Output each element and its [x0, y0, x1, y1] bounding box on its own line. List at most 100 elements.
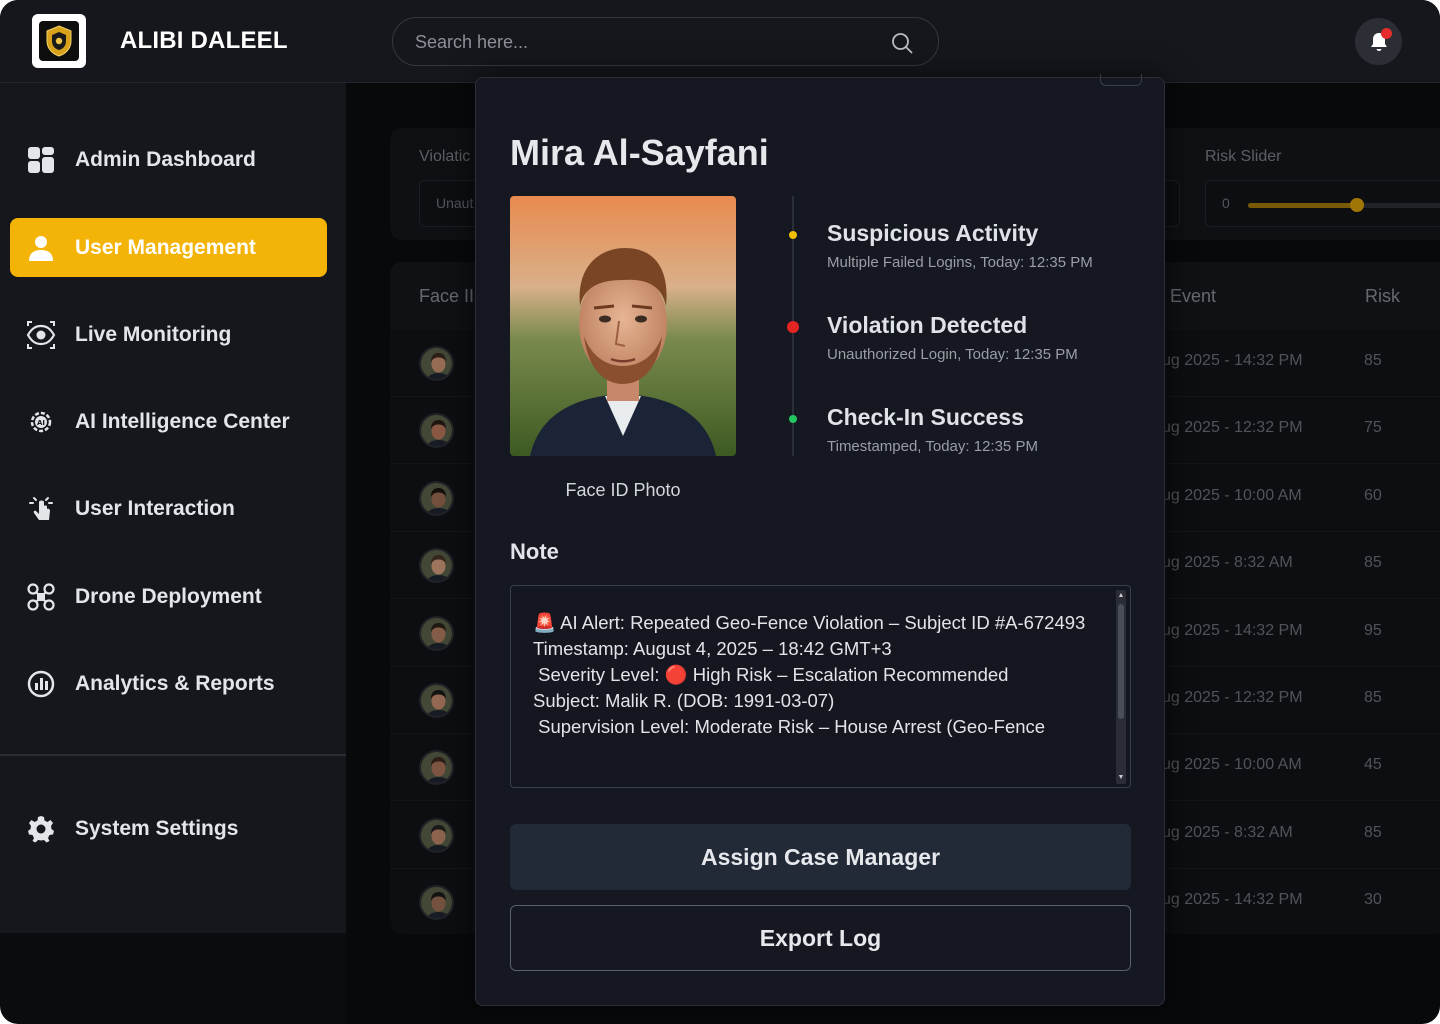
sidebar-item-label: Analytics & Reports	[75, 671, 275, 695]
risk-slider[interactable]: 0	[1205, 180, 1440, 227]
sidebar: Admin Dashboard User Management Live Mon…	[0, 83, 346, 933]
note-label: Note	[510, 539, 559, 564]
user-icon	[29, 236, 53, 261]
event-cell: ug 2025 - 10:00 AM	[1162, 486, 1302, 504]
notification-button[interactable]	[1355, 18, 1402, 65]
face-id-photo	[510, 196, 736, 456]
avatar	[419, 346, 454, 381]
slider-knob[interactable]	[1350, 198, 1364, 212]
sidebar-item-analytics[interactable]: Analytics & Reports	[10, 654, 327, 713]
avatar	[419, 683, 454, 718]
timeline-title-violation: Violation Detected	[827, 312, 1028, 338]
sidebar-divider	[0, 754, 346, 756]
scroll-up-icon[interactable]: ▲	[1117, 592, 1125, 600]
risk-cell: 85	[1364, 823, 1382, 841]
sidebar-item-label: System Settings	[75, 816, 239, 840]
column-risk[interactable]: Risk	[1365, 286, 1400, 307]
avatar	[419, 615, 454, 651]
sidebar-item-admin-dashboard[interactable]: Admin Dashboard	[10, 130, 327, 189]
avatar	[419, 548, 454, 584]
dashboard-icon	[28, 147, 54, 173]
timeline-dot-suspicious	[789, 231, 797, 239]
sidebar-item-system-settings[interactable]: System Settings	[10, 799, 327, 858]
modal-title: Mira Al-Sayfani	[510, 132, 769, 173]
avatar	[419, 480, 454, 516]
timeline-subtitle-violation: Unauthorized Login, Today: 12:35 PM	[827, 346, 1078, 363]
event-cell: ug 2025 - 14:32 PM	[1162, 352, 1303, 369]
slider-track-fill	[1248, 203, 1356, 208]
app-window: ALIBI DALEEL Admin Dashboard	[0, 0, 1440, 1024]
portrait-image	[510, 196, 736, 456]
eye-icon	[26, 321, 56, 349]
avatar	[419, 885, 454, 921]
risk-cell: 85	[1364, 352, 1382, 369]
notification-dot	[1381, 28, 1392, 39]
risk-cell: 75	[1364, 419, 1382, 437]
app-logo[interactable]	[32, 14, 86, 68]
sidebar-item-label: Live Monitoring	[75, 322, 232, 346]
violation-filter-value: Unaut	[436, 195, 474, 211]
slider-track-rest	[1356, 203, 1440, 208]
column-event[interactable]: Event	[1170, 286, 1216, 307]
sidebar-item-drone-deployment[interactable]: Drone Deployment	[10, 567, 327, 626]
timeline-dot-checkin	[789, 415, 797, 423]
sidebar-item-user-interaction[interactable]: User Interaction	[10, 479, 327, 538]
sidebar-item-label: Admin Dashboard	[75, 147, 256, 171]
event-cell: ug 2025 - 8:32 AM	[1162, 823, 1293, 841]
violation-filter-label: Violatic	[419, 148, 471, 165]
note-textarea[interactable]: 🚨 AI Alert: Repeated Geo-Fence Violation…	[510, 585, 1131, 788]
timeline-subtitle-checkin: Timestamped, Today: 12:35 PM	[827, 438, 1038, 455]
modal-close-button[interactable]	[1100, 74, 1142, 86]
sidebar-item-label: AI Intelligence Center	[75, 409, 290, 433]
scroll-thumb[interactable]	[1118, 604, 1124, 719]
event-cell: ug 2025 - 8:32 AM	[1162, 554, 1293, 572]
timeline-title-suspicious: Suspicious Activity	[827, 220, 1039, 246]
svg-text:AI: AI	[37, 419, 45, 427]
risk-cell: 95	[1364, 621, 1382, 639]
event-cell: ug 2025 - 12:32 PM	[1162, 419, 1303, 437]
event-cell: ug 2025 - 14:32 PM	[1162, 891, 1303, 909]
event-cell: ug 2025 - 14:32 PM	[1162, 621, 1303, 639]
risk-cell: 85	[1364, 554, 1382, 572]
risk-cell: 85	[1364, 689, 1382, 706]
export-log-button[interactable]: Export Log	[510, 905, 1131, 971]
risk-cell: 30	[1364, 891, 1382, 909]
sidebar-item-label: User Management	[75, 235, 256, 259]
timeline-subtitle-suspicious: Multiple Failed Logins, Today: 12:35 PM	[827, 254, 1093, 271]
risk-cell: 60	[1364, 486, 1382, 504]
risk-cell: 45	[1364, 756, 1382, 774]
sidebar-item-label: User Interaction	[75, 496, 235, 520]
sidebar-item-live-monitoring[interactable]: Live Monitoring	[10, 305, 327, 364]
search-bar[interactable]	[392, 17, 939, 66]
avatar	[419, 413, 454, 449]
scroll-down-icon[interactable]: ▼	[1117, 774, 1125, 782]
touch-icon	[29, 497, 53, 520]
timeline-title-checkin: Check-In Success	[827, 404, 1024, 430]
note-scrollbar[interactable]: ▲ ▼	[1116, 590, 1126, 784]
gear-icon	[28, 816, 54, 843]
event-cell: ug 2025 - 10:00 AM	[1162, 756, 1302, 774]
sidebar-item-user-management[interactable]: User Management	[10, 218, 327, 277]
search-icon[interactable]	[890, 31, 914, 55]
avatar	[419, 750, 454, 786]
photo-caption: Face ID Photo	[565, 480, 681, 500]
column-face-id[interactable]: Face II	[419, 286, 474, 307]
top-header: ALIBI DALEEL	[0, 0, 1440, 83]
ai-gear-icon: AI	[30, 411, 52, 433]
drone-icon	[27, 583, 55, 611]
shield-logo-icon	[46, 25, 72, 57]
brand-name: ALIBI DALEEL	[120, 27, 288, 54]
avatar	[419, 817, 454, 853]
risk-slider-min: 0	[1222, 195, 1230, 211]
user-detail-modal: Mira Al-Sayfani Face ID Photo Suspicious…	[475, 74, 1165, 1006]
search-input[interactable]	[415, 30, 865, 54]
note-text: 🚨 AI Alert: Repeated Geo-Fence Violation…	[533, 612, 1086, 737]
analytics-icon	[27, 670, 55, 698]
risk-slider-label: Risk Slider	[1205, 148, 1282, 165]
logo-badge	[39, 21, 79, 61]
timeline-dot-violation	[787, 321, 799, 333]
assign-case-manager-button[interactable]: Assign Case Manager	[510, 824, 1131, 890]
sidebar-item-label: Drone Deployment	[75, 584, 262, 608]
event-cell: ug 2025 - 12:32 PM	[1162, 689, 1303, 706]
sidebar-item-ai-intelligence[interactable]: AI AI Intelligence Center	[10, 392, 327, 451]
